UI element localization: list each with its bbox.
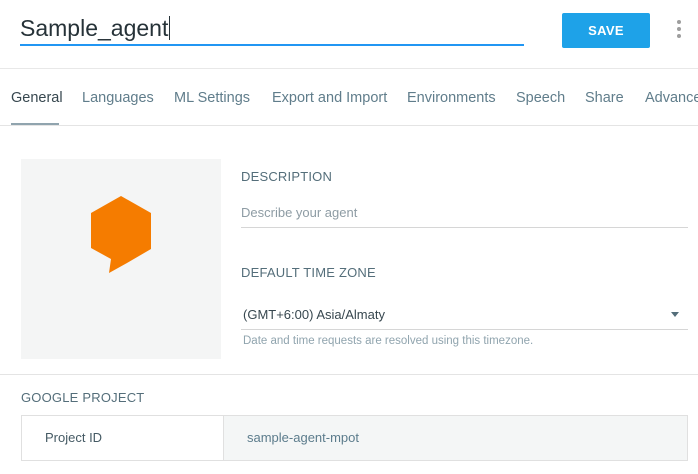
tab-export-import[interactable]: Export and Import	[272, 90, 387, 106]
description-placeholder: Describe your agent	[241, 205, 358, 220]
tab-ml-settings[interactable]: ML Settings	[174, 90, 250, 106]
tab-general[interactable]: General	[11, 90, 63, 106]
agent-name-field[interactable]: Sample_agent	[20, 8, 524, 46]
agent-avatar[interactable]	[21, 159, 221, 359]
tab-environments[interactable]: Environments	[407, 90, 496, 106]
settings-tabs: General Languages ML Settings Export and…	[0, 69, 698, 125]
more-dot	[677, 27, 681, 31]
tab-advanced[interactable]: Advanced	[645, 90, 698, 106]
caret-down-icon	[671, 312, 679, 317]
agent-name-text: Sample_agent	[20, 15, 169, 41]
timezone-select[interactable]: (GMT+6:00) Asia/Almaty	[241, 300, 688, 330]
project-table: Project ID sample-agent-mpot	[21, 415, 688, 461]
project-id-value-cell[interactable]: sample-agent-mpot	[223, 416, 687, 460]
more-dot	[677, 20, 681, 24]
project-id-link[interactable]: sample-agent-mpot	[247, 430, 359, 445]
timezone-value: (GMT+6:00) Asia/Almaty	[243, 307, 385, 322]
tabs-divider	[0, 125, 698, 126]
tab-share[interactable]: Share	[585, 90, 624, 106]
tab-languages[interactable]: Languages	[82, 90, 154, 106]
section-divider	[0, 374, 698, 375]
tab-speech[interactable]: Speech	[516, 90, 565, 106]
project-id-key: Project ID	[45, 430, 103, 445]
agent-bubble-icon	[91, 196, 151, 273]
description-label: DESCRIPTION	[241, 169, 333, 184]
text-cursor	[169, 16, 171, 40]
timezone-hint: Date and time requests are resolved usin…	[243, 335, 534, 347]
timezone-label: DEFAULT TIME ZONE	[241, 265, 376, 280]
description-input[interactable]: Describe your agent	[241, 196, 688, 228]
project-id-key-cell: Project ID	[22, 416, 223, 460]
more-vert-icon[interactable]	[672, 18, 686, 40]
save-button[interactable]: SAVE	[562, 13, 650, 48]
google-project-label: GOOGLE PROJECT	[21, 390, 145, 405]
more-dot	[677, 34, 681, 38]
